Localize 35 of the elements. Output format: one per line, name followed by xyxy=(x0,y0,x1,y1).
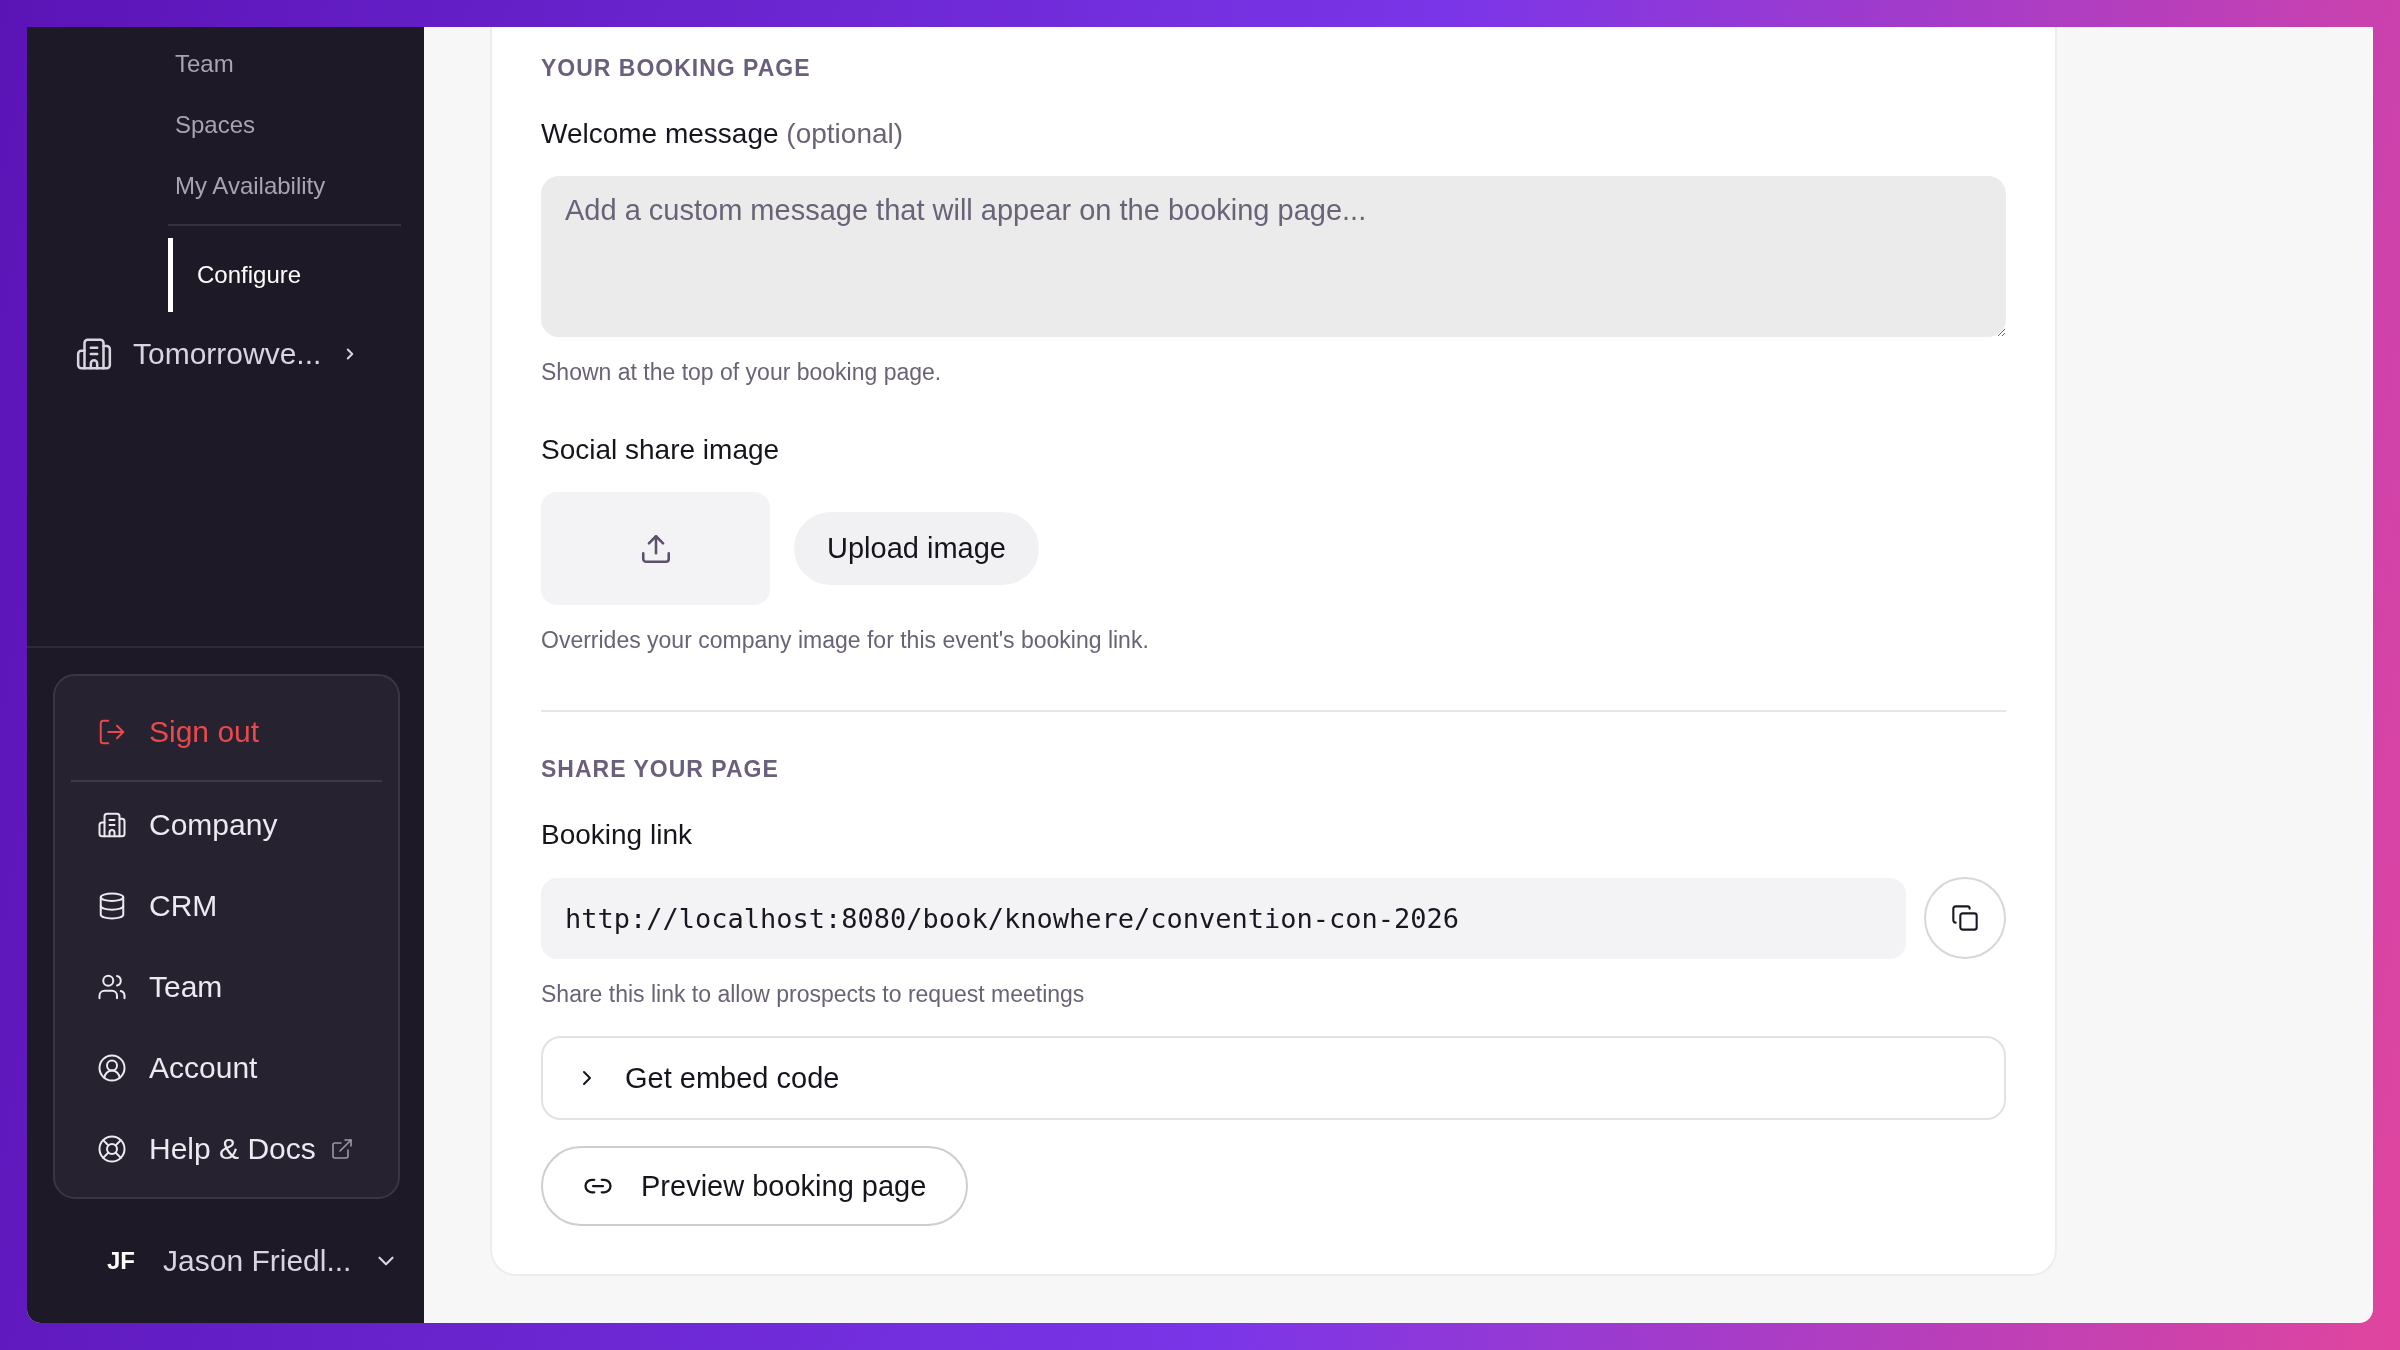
field-label: Booking link xyxy=(541,819,693,851)
lifebuoy-icon xyxy=(97,1133,127,1164)
menu-item[interactable]: Company xyxy=(71,784,382,865)
user-name: Jason Friedl... xyxy=(163,1244,352,1278)
field-label: Welcome message xyxy=(541,118,779,149)
copy-icon xyxy=(1951,904,1979,932)
external-link-icon xyxy=(329,1136,354,1161)
section-heading: YOUR BOOKING PAGE xyxy=(541,55,812,82)
user-circle-icon xyxy=(97,1052,127,1083)
user-initials: JF xyxy=(107,1247,135,1275)
sign-out-icon xyxy=(97,717,127,747)
user-menu[interactable]: JF Jason Friedl... xyxy=(53,1199,400,1323)
sidebar-item[interactable]: Spaces xyxy=(141,94,401,155)
helper-text: Share this link to allow prospects to request meetings xyxy=(541,981,1086,1008)
helper-text: Overrides your company image for this event's booking link. xyxy=(541,627,1150,654)
workspace-switcher[interactable]: Tomorrowve... xyxy=(75,324,360,384)
menu-item[interactable]: Team xyxy=(71,946,382,1027)
menu-item[interactable]: Sign out xyxy=(71,684,382,782)
building-icon xyxy=(75,335,113,373)
menu-item[interactable]: CRM xyxy=(71,865,382,946)
booking-link-field[interactable]: http://localhost:8080/book/knowhere/convention-con-2026 xyxy=(541,877,1906,959)
welcome-message-field[interactable]: Add a custom message that will appear on the booking page... xyxy=(541,176,2006,337)
menu-item[interactable]: Account xyxy=(71,1027,382,1108)
database-icon xyxy=(97,890,127,921)
optional-hint: (optional) xyxy=(786,118,904,149)
sidebar-item[interactable]: My Availability xyxy=(141,155,401,216)
sidebar-item[interactable]: Team xyxy=(141,33,401,94)
helper-text: Shown at the top of your booking page. xyxy=(541,359,943,386)
sidebar-item[interactable]: Configure xyxy=(168,238,401,312)
preview-booking-page-button[interactable]: Preview booking page xyxy=(541,1146,969,1226)
field-label: Social share image xyxy=(541,434,781,466)
upload-image-button[interactable]: Upload image xyxy=(794,512,1039,585)
menu-item[interactable]: Help & Docs xyxy=(71,1108,382,1189)
embed-code-toggle[interactable]: Get embed code xyxy=(541,1036,2006,1120)
section-heading: SHARE YOUR PAGE xyxy=(541,756,780,783)
